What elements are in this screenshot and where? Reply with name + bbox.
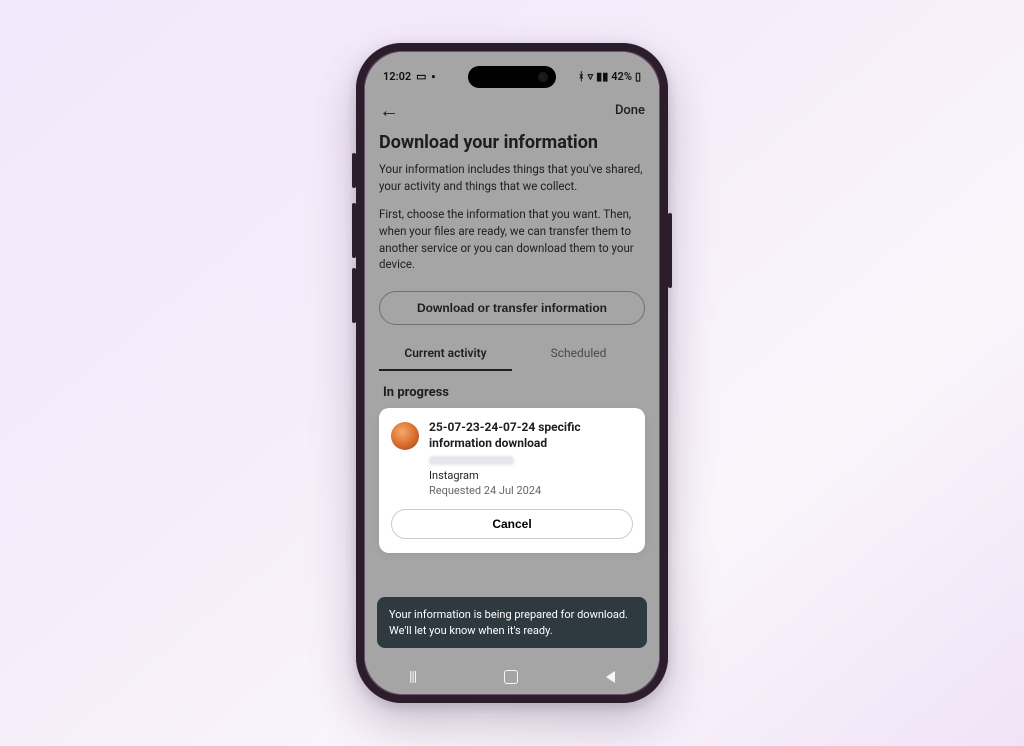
recents-icon[interactable]: |||	[409, 669, 416, 685]
battery-icon: ▯	[635, 71, 641, 82]
side-button	[352, 153, 356, 188]
wifi-icon: ▿	[588, 71, 594, 82]
back-icon[interactable]: ←	[379, 100, 399, 120]
section-heading-in-progress: In progress	[383, 385, 645, 400]
system-nav-bar: |||	[365, 660, 659, 694]
cancel-button[interactable]: Cancel	[391, 509, 633, 539]
intro-paragraph-2: First, choose the information that you w…	[379, 206, 645, 273]
notif-icon: ▪	[432, 71, 436, 82]
dynamic-island	[468, 66, 556, 88]
redacted-username	[429, 456, 514, 465]
bluetooth-icon: ᚼ	[578, 71, 585, 82]
intro-paragraph-1: Your information includes things that yo…	[379, 161, 645, 194]
done-button[interactable]: Done	[615, 103, 645, 118]
toast: Your information is being prepared for d…	[377, 597, 647, 648]
card-title: 25-07-23-24-07-24 specific information d…	[429, 420, 633, 451]
screen: 12:02 ▭ ▪ ᚼ ▿ ▮▮ 42% ▯ ← Done	[365, 52, 659, 694]
tab-scheduled[interactable]: Scheduled	[512, 337, 645, 371]
signal-icon: ▮▮	[596, 71, 608, 82]
notif-icon: ▭	[416, 71, 426, 82]
volume-up-button	[352, 203, 356, 258]
back-sys-icon[interactable]	[606, 671, 615, 683]
volume-down-button	[352, 268, 356, 323]
power-button	[668, 213, 672, 288]
home-icon[interactable]	[504, 670, 518, 684]
download-transfer-button[interactable]: Download or transfer information	[379, 291, 645, 325]
toast-line-1: Your information is being prepared for d…	[389, 607, 635, 622]
tab-current-activity[interactable]: Current activity	[379, 337, 512, 371]
nav-bar: ← Done	[365, 96, 659, 128]
content: Download your information Your informati…	[365, 132, 659, 645]
card-service: Instagram	[429, 469, 633, 482]
toast-line-2: We'll let you know when it's ready.	[389, 623, 635, 638]
battery-percent: 42%	[611, 70, 632, 83]
tabs: Current activity Scheduled	[379, 337, 645, 371]
download-card: 25-07-23-24-07-24 specific information d…	[379, 408, 645, 553]
stage: 12:02 ▭ ▪ ᚼ ▿ ▮▮ 42% ▯ ← Done	[0, 0, 1024, 746]
status-time: 12:02	[383, 70, 411, 83]
card-requested: Requested 24 Jul 2024	[429, 484, 633, 497]
avatar	[391, 422, 419, 450]
app-surface: 12:02 ▭ ▪ ᚼ ▿ ▮▮ 42% ▯ ← Done	[365, 52, 659, 694]
page-title: Download your information	[379, 132, 645, 153]
phone-frame: 12:02 ▭ ▪ ᚼ ▿ ▮▮ 42% ▯ ← Done	[356, 43, 668, 703]
